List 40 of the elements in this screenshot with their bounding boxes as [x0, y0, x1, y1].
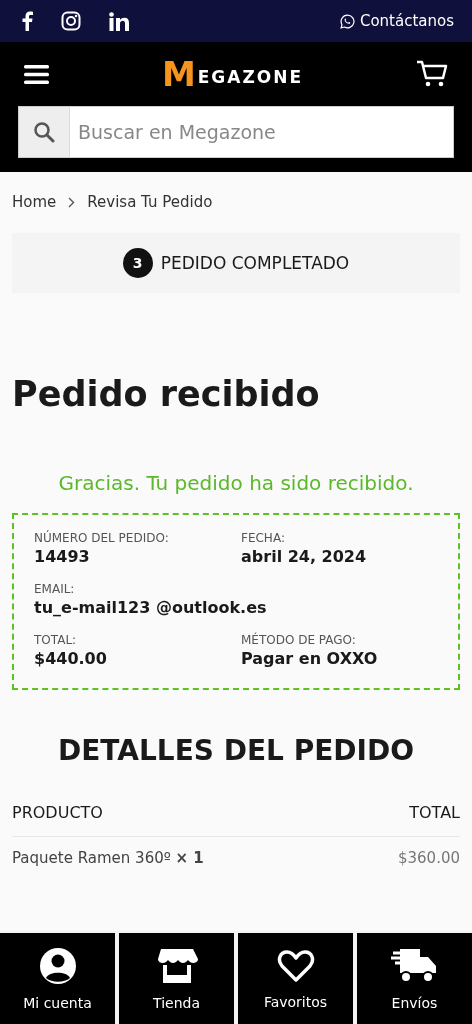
total-cell: $360.00 — [397, 849, 460, 867]
contact-link[interactable]: Contáctanos — [339, 12, 454, 30]
user-icon — [38, 946, 77, 985]
nav-button[interactable]: Tienda — [119, 933, 234, 1024]
facebook-icon[interactable] — [22, 11, 33, 31]
product-cell: Paquete Ramen 360º × 1 — [12, 849, 204, 867]
instagram-icon[interactable] — [61, 11, 81, 31]
nav-button[interactable]: Favoritos — [238, 933, 353, 1024]
menu-icon[interactable] — [24, 64, 49, 84]
summary-value: tu_e-mail123 @outlook.es — [34, 598, 268, 617]
summary-value: 14493 — [34, 547, 91, 566]
logo-text[interactable]: EGAZONE — [197, 67, 304, 87]
cart-icon[interactable] — [416, 60, 448, 88]
nav-button[interactable]: Mi cuenta — [0, 933, 115, 1024]
summary-label: FECHA: — [241, 531, 286, 545]
heart-icon — [276, 947, 315, 984]
linkedin-icon[interactable] — [109, 11, 129, 31]
summary-label: EMAIL: — [34, 582, 76, 596]
column-header: PRODUCTO — [12, 803, 103, 822]
breadcrumb-link[interactable]: Revisa Tu Pedido — [87, 193, 213, 211]
search-icon — [33, 121, 55, 143]
chevron-right-icon — [68, 196, 76, 208]
search-button[interactable] — [18, 106, 70, 158]
summary-value: Pagar en OXXO — [241, 649, 379, 668]
summary-value: $440.00 — [34, 649, 108, 668]
search-field[interactable]: Buscar en Megazone — [70, 106, 454, 158]
summary-label: NÚMERO DEL PEDIDO: — [34, 531, 170, 545]
page-title: Pedido recibido — [12, 373, 321, 415]
nav-button[interactable]: Envíos — [357, 933, 472, 1024]
step-number: 3 — [122, 248, 153, 278]
section-title: DETALLES DEL PEDIDO — [57, 734, 415, 767]
column-header: TOTAL — [409, 803, 460, 822]
logo-initial[interactable]: M — [161, 57, 196, 91]
step-label: PEDIDO COMPLETADO — [160, 253, 350, 273]
breadcrumb-link[interactable]: Home — [12, 193, 57, 211]
confirmation-message: Gracias. Tu pedido ha sido recibido. — [57, 471, 415, 495]
summary-label: MÉTODO DE PAGO: — [241, 633, 357, 647]
whatsapp-icon — [339, 13, 355, 29]
summary-label: TOTAL: — [34, 633, 78, 647]
summary-value: abril 24, 2024 — [241, 547, 368, 566]
